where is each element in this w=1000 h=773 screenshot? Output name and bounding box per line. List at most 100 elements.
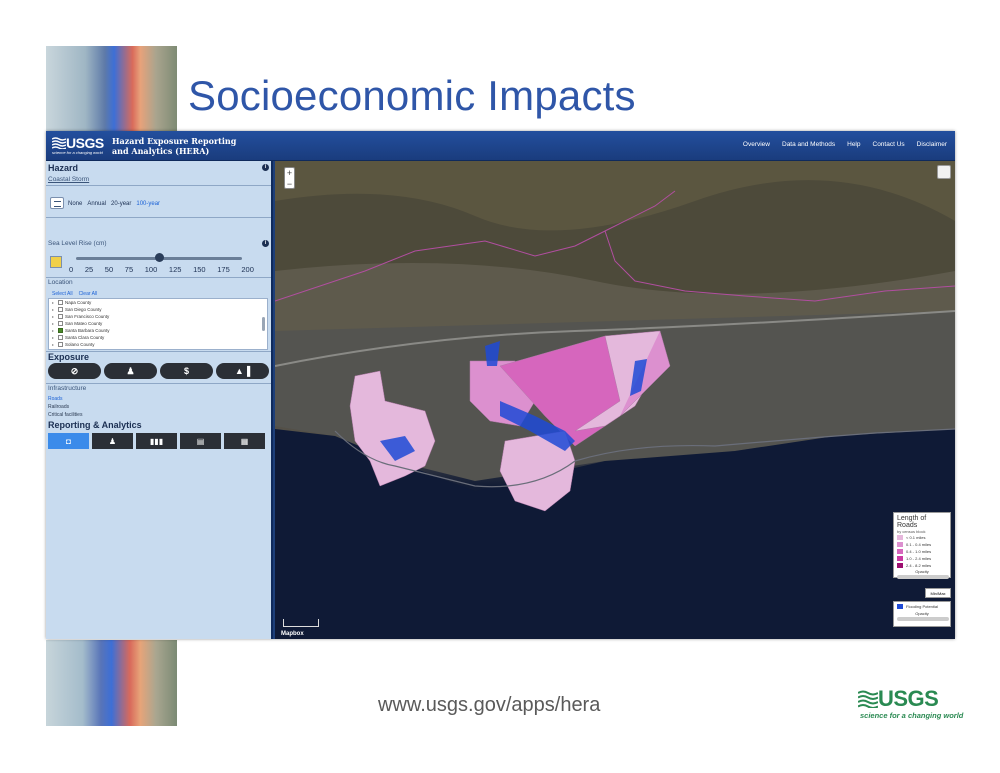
expand-caret-icon[interactable]: ▸ xyxy=(52,341,54,348)
slr-info-icon[interactable]: i xyxy=(262,240,269,247)
zoom-in-button[interactable]: + xyxy=(285,168,294,179)
decorative-coastline-strip-bottom xyxy=(46,640,177,726)
person-button[interactable]: ♟ xyxy=(104,363,157,379)
dollar-button[interactable]: $ xyxy=(160,363,213,379)
coastal-storm-icon[interactable] xyxy=(50,197,64,209)
slide-title: Socioeconomic Impacts xyxy=(188,72,636,119)
nav-help[interactable]: Help xyxy=(847,141,860,148)
location-item[interactable]: ▸ San Mateo County xyxy=(49,320,267,327)
hazard-heading: Hazard xyxy=(48,163,79,173)
roads-legend: Length of Roads by census block < 0.1 mi… xyxy=(893,512,951,579)
road-button[interactable]: ▲ xyxy=(272,363,273,379)
legend-opacity-slider[interactable] xyxy=(897,575,949,579)
frequency-20-year[interactable]: 20-year xyxy=(111,201,131,207)
dollar-icon: $ xyxy=(183,366,189,376)
nav-data-and-methods[interactable]: Data and Methods xyxy=(782,141,835,148)
building-button[interactable]: ▲▐ xyxy=(216,363,269,379)
legend-swatch xyxy=(897,549,903,554)
slr-tick: 100 xyxy=(144,265,158,274)
location-checkbox[interactable] xyxy=(58,328,63,333)
map-view[interactable]: + − Length of Roads by census block < 0.… xyxy=(275,161,955,639)
app-usgs-logo[interactable]: USGS science for a changing world xyxy=(52,135,110,157)
location-checkbox[interactable] xyxy=(58,342,63,347)
layers-button[interactable]: ▤ xyxy=(180,433,221,449)
slr-tick: 125 xyxy=(168,265,182,274)
slr-tick: 75 xyxy=(124,265,134,274)
slr-tick-labels: 0 25 50 75 100 125 150 175 200 xyxy=(69,265,254,274)
mapbox-attribution[interactable]: Mapbox xyxy=(281,631,304,637)
expand-caret-icon[interactable]: ▸ xyxy=(52,320,54,327)
hera-app-window: USGS science for a changing world Hazard… xyxy=(46,131,955,639)
frequency-none[interactable]: None xyxy=(68,201,82,207)
layers-toggle-icon[interactable] xyxy=(937,165,951,179)
sea-level-icon xyxy=(50,256,62,268)
clear-all-link[interactable]: Clear All xyxy=(79,291,98,297)
frequency-100-year[interactable]: 100-year xyxy=(136,201,160,207)
bar-chart-button[interactable]: ▮▮▮ xyxy=(136,433,177,449)
building-icon: ▲▐ xyxy=(234,366,251,376)
location-item[interactable]: ▸ Santa Barbara County xyxy=(49,327,267,334)
location-checkbox[interactable] xyxy=(58,307,63,312)
expand-caret-icon[interactable]: ▸ xyxy=(52,327,54,334)
location-item[interactable]: ▸ San Diego County xyxy=(49,306,267,313)
legend-row: 0.4 - 1.0 miles xyxy=(897,548,947,555)
hazard-info-icon[interactable]: i xyxy=(262,164,269,171)
legend-swatch xyxy=(897,563,903,568)
location-item[interactable]: ▸ Napa County xyxy=(49,299,267,306)
location-label: Napa County xyxy=(65,300,92,305)
location-checkbox[interactable] xyxy=(58,321,63,326)
slr-label: Sea Level Rise (cm) xyxy=(48,240,107,247)
select-all-link[interactable]: Select All xyxy=(52,291,73,297)
expand-caret-icon[interactable]: ▸ xyxy=(52,334,54,341)
location-label: San Mateo County xyxy=(65,321,103,326)
chart-person-icon: ♟ xyxy=(108,436,117,446)
frequency-selector: None Annual 20-year 100-year xyxy=(68,201,160,207)
location-list[interactable]: ▸ Napa County ▸ San Diego County ▸ San Franci… xyxy=(48,298,268,350)
legend-row: 1.0 - 2.4 miles xyxy=(897,555,947,562)
chart-person-button[interactable]: ♟ xyxy=(92,433,133,449)
expand-caret-icon[interactable]: ▸ xyxy=(52,348,54,349)
location-item[interactable]: ▸ San Francisco County xyxy=(49,313,267,320)
nav-contact-us[interactable]: Contact Us xyxy=(873,141,905,148)
legend-label: 2.4 - 8.2 miles xyxy=(906,563,932,568)
location-checkbox[interactable] xyxy=(58,314,63,319)
exposure-heading: Exposure xyxy=(48,352,90,362)
slr-tick: 150 xyxy=(193,265,206,274)
location-item[interactable]: ▸ Santa Clara County xyxy=(49,334,267,341)
nav-overview[interactable]: Overview xyxy=(743,141,770,148)
slr-tick: 200 xyxy=(241,265,254,274)
flood-swatch xyxy=(897,604,903,609)
location-checkbox[interactable] xyxy=(58,300,63,305)
location-item[interactable]: ▸ Solano County xyxy=(49,341,267,348)
table-button[interactable]: ▦ xyxy=(224,433,265,449)
hazard-type-link[interactable]: Coastal Storm xyxy=(48,176,89,183)
infrastructure-critical-facilities[interactable]: Critical facilities xyxy=(48,412,82,418)
location-label: Location xyxy=(48,279,73,286)
expand-caret-icon[interactable]: ▸ xyxy=(52,306,54,313)
zoom-out-button[interactable]: − xyxy=(285,179,294,190)
divider xyxy=(46,277,271,278)
legend-label: < 0.1 miles xyxy=(906,535,926,540)
none-button[interactable]: ⊘ xyxy=(48,363,101,379)
minmax-button[interactable]: Min/Max xyxy=(925,588,951,598)
legend-swatch xyxy=(897,556,903,561)
infrastructure-roads[interactable]: Roads xyxy=(48,396,62,402)
usgs-wave-icon xyxy=(858,690,878,708)
slr-slider-handle[interactable] xyxy=(154,253,164,262)
frequency-annual[interactable]: Annual xyxy=(87,201,106,207)
location-item[interactable]: ▸ Sonoma County xyxy=(49,348,267,350)
nav-disclaimer[interactable]: Disclaimer xyxy=(917,141,947,148)
flood-opacity-label: Opacity xyxy=(915,611,929,616)
location-checkbox[interactable] xyxy=(58,335,63,340)
expand-caret-icon[interactable]: ▸ xyxy=(52,313,54,320)
slr-tick: 50 xyxy=(104,265,114,274)
app-header: USGS science for a changing world Hazard… xyxy=(46,131,955,161)
usgs-wordmark: USGS xyxy=(878,686,939,711)
map-pin-button[interactable]: ◘ xyxy=(48,433,89,449)
expand-caret-icon[interactable]: ▸ xyxy=(52,299,54,306)
flood-legend: Flooding Potential Opacity xyxy=(893,601,951,627)
location-checkbox[interactable] xyxy=(58,349,63,350)
infrastructure-railroads[interactable]: Railroads xyxy=(48,404,69,410)
flood-opacity-slider[interactable] xyxy=(897,617,949,621)
legend-swatch xyxy=(897,535,903,540)
